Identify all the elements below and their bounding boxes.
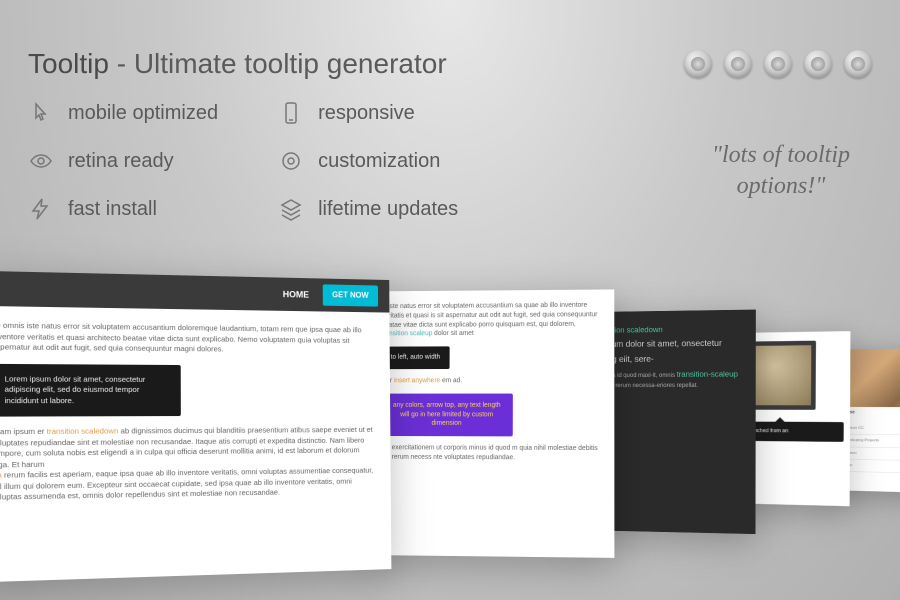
get-now-button[interactable]: GET NOW <box>323 285 379 307</box>
body-text: psam ipsum er transition scaledown ab di… <box>0 425 375 470</box>
eye-icon <box>28 148 54 174</box>
showcase-card-2[interactable]: is iste natus error sit voluptatem accus… <box>367 289 614 557</box>
feature-retina: retina ready <box>28 148 218 174</box>
preview-image <box>745 341 816 410</box>
browser-icons <box>684 50 872 78</box>
tooltip-dark: Lorem ipsum dolor sit amet, consectetur … <box>0 363 181 416</box>
body-text: de omnis iste natus error sit voluptatem… <box>0 321 375 357</box>
layers-icon <box>278 196 304 222</box>
firefox-icon <box>724 50 752 78</box>
showcase-carousel: howcase a Thompson CC sory Developing Pr… <box>0 265 900 600</box>
chrome-icon <box>684 50 712 78</box>
safari-icon <box>844 50 872 78</box>
tagline-quote: "lots of tooltip options!" <box>712 140 850 202</box>
showcase-card-1[interactable]: HOME GET NOW de omnis iste natus error s… <box>0 271 391 583</box>
feature-fast: fast install <box>28 196 218 222</box>
ie-icon <box>764 50 792 78</box>
nav-home-link[interactable]: HOME <box>283 288 309 301</box>
feature-responsive: responsive <box>278 100 458 126</box>
phone-icon <box>278 100 304 126</box>
feature-list: mobile optimized retina ready fast insta… <box>28 100 458 222</box>
feature-mobile: mobile optimized <box>28 100 218 126</box>
feature-customization: customization <box>278 148 458 174</box>
page-title: Tooltip - Ultimate tooltip generator <box>28 48 447 80</box>
pointer-icon <box>28 100 54 126</box>
feature-updates: lifetime updates <box>278 196 458 222</box>
opera-icon <box>804 50 832 78</box>
bolt-icon <box>28 196 54 222</box>
gear-icon <box>278 148 304 174</box>
body-text: wn rerum facilis est aperiam, eaque ipsa… <box>0 466 376 504</box>
tooltip-dark: to left, auto width <box>381 347 449 370</box>
tooltip-purple: any colors, arrow top, any text length w… <box>381 393 513 436</box>
